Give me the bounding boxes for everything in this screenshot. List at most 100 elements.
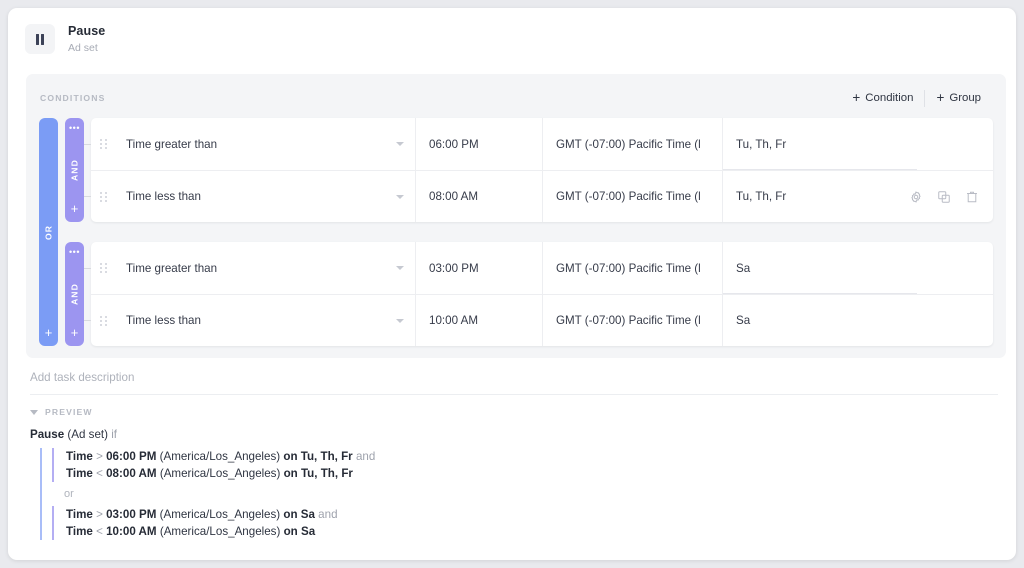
- preview-zone: (America/Los_Angeles): [160, 467, 281, 480]
- operator-select[interactable]: Time less than: [115, 295, 415, 346]
- settings-icon[interactable]: [909, 190, 923, 204]
- preview-days: on Sa: [284, 525, 316, 538]
- toolbar-divider: [924, 90, 925, 107]
- timezone-field[interactable]: GMT (-07:00) Pacific Time (l: [542, 242, 722, 294]
- preview-value: 10:00 AM: [106, 525, 156, 538]
- preview-value: 08:00 AM: [106, 467, 156, 480]
- and-rail[interactable]: ••• AND +: [65, 118, 84, 222]
- preview-operator: <: [96, 525, 103, 538]
- timezone-field[interactable]: GMT (-07:00) Pacific Time (l: [542, 171, 722, 222]
- preview-line: Time < 10:00 AM (America/Los_Angeles) on…: [66, 523, 1016, 540]
- preview-operator: >: [96, 508, 103, 521]
- operator-select[interactable]: Time greater than: [115, 118, 415, 170]
- days-value: Tu, Th, Fr: [736, 138, 786, 151]
- preview-subject: Time: [66, 450, 93, 463]
- days-field[interactable]: Sa: [722, 242, 993, 294]
- preview-value: 06:00 PM: [106, 450, 156, 463]
- preview-subject: Time: [66, 508, 93, 521]
- preview-and-group: Time > 06:00 PM (America/Los_Angeles) on…: [52, 448, 1016, 482]
- timezone-value: GMT (-07:00) Pacific Time (l: [556, 314, 701, 327]
- operator-select[interactable]: Time less than: [115, 171, 415, 222]
- condition-group: ••• AND +: [65, 242, 993, 346]
- preview-days: on Sa: [283, 508, 315, 521]
- preview-operator: >: [96, 450, 103, 463]
- add-group-label: Group: [949, 92, 981, 104]
- drag-handle-icon[interactable]: [91, 192, 115, 202]
- screen-root: Pause Ad set CONDITIONS + Condition + Gr…: [0, 0, 1024, 568]
- preview-subject: Time: [66, 525, 93, 538]
- preview-value: 03:00 PM: [106, 508, 156, 521]
- days-field[interactable]: Tu, Th, Fr: [722, 118, 993, 170]
- drag-handle-icon[interactable]: [91, 263, 115, 273]
- task-header: Pause Ad set: [8, 8, 1016, 70]
- operator-value: Time less than: [126, 314, 201, 327]
- preview-or-group: Time > 06:00 PM (America/Los_Angeles) on…: [40, 448, 1016, 540]
- days-value: Tu, Th, Fr: [736, 190, 786, 203]
- preview-line: Time < 08:00 AM (America/Los_Angeles) on…: [66, 465, 1016, 482]
- and-add-condition-button[interactable]: +: [71, 326, 79, 339]
- row-tools: [909, 190, 981, 204]
- timezone-field[interactable]: GMT (-07:00) Pacific Time (l: [542, 118, 722, 170]
- preview-toggle[interactable]: PREVIEW: [30, 407, 1016, 417]
- duplicate-icon[interactable]: [937, 190, 951, 204]
- drag-handle-icon[interactable]: [91, 316, 115, 326]
- time-field[interactable]: 08:00 AM: [415, 171, 542, 222]
- conditions-toolbar: CONDITIONS + Condition + Group: [26, 74, 1006, 118]
- operator-value: Time less than: [126, 190, 201, 203]
- time-field[interactable]: 03:00 PM: [415, 242, 542, 294]
- or-add-group-button[interactable]: +: [45, 326, 53, 339]
- task-description-input[interactable]: Add task description: [30, 371, 998, 395]
- row-connector: [84, 144, 91, 145]
- days-field[interactable]: Sa: [722, 295, 993, 346]
- days-field[interactable]: Tu, Th, Fr: [722, 171, 993, 222]
- condition-rows-wrap: Time greater than 03:00 PM GMT (-07:00) …: [91, 242, 993, 346]
- preview-line: Time > 03:00 PM (America/Los_Angeles) on…: [66, 506, 1016, 523]
- preview-days: on Tu, Th, Fr: [283, 450, 352, 463]
- time-value: 10:00 AM: [429, 314, 478, 327]
- preview-target: (Ad set): [67, 428, 108, 441]
- row-connector: [84, 320, 91, 321]
- add-group-button[interactable]: + Group: [927, 91, 990, 105]
- preview-zone: (America/Los_Angeles): [160, 450, 281, 463]
- time-value: 06:00 PM: [429, 138, 479, 151]
- group-menu-icon[interactable]: •••: [69, 248, 80, 257]
- preview-zone: (America/Los_Angeles): [160, 525, 281, 538]
- timezone-value: GMT (-07:00) Pacific Time (l: [556, 262, 701, 275]
- task-subtitle: Ad set: [68, 42, 105, 54]
- operator-select[interactable]: Time greater than: [115, 242, 415, 294]
- group-menu-icon[interactable]: •••: [69, 124, 80, 133]
- and-add-condition-button[interactable]: +: [71, 202, 79, 215]
- preview-conjunction: and: [318, 508, 337, 521]
- days-value: Sa: [736, 314, 750, 327]
- preview-if: if: [111, 428, 117, 441]
- pause-glyph: [36, 34, 45, 45]
- preview-operator: <: [96, 467, 103, 480]
- condition-row: Time greater than 03:00 PM GMT (-07:00) …: [91, 242, 993, 294]
- and-rail-label: AND: [65, 283, 84, 305]
- preview-line: Time > 06:00 PM (America/Los_Angeles) on…: [66, 448, 1016, 465]
- chevron-down-icon: [396, 319, 404, 323]
- condition-row: Time less than 10:00 AM GMT (-07:00) Pac…: [91, 294, 993, 346]
- trash-icon[interactable]: [965, 190, 979, 204]
- time-field[interactable]: 10:00 AM: [415, 295, 542, 346]
- preview-days: on Tu, Th, Fr: [284, 467, 353, 480]
- chevron-down-icon: [396, 266, 404, 270]
- task-card: Pause Ad set CONDITIONS + Condition + Gr…: [8, 8, 1016, 560]
- days-value: Sa: [736, 262, 750, 275]
- preview-subject: Time: [66, 467, 93, 480]
- condition-rows: Time greater than 03:00 PM GMT (-07:00) …: [91, 242, 993, 346]
- chevron-down-icon: [396, 142, 404, 146]
- condition-row: Time less than 08:00 AM GMT (-07:00) Pac…: [91, 170, 993, 222]
- drag-handle-icon[interactable]: [91, 139, 115, 149]
- and-rail[interactable]: ••• AND +: [65, 242, 84, 346]
- timezone-value: GMT (-07:00) Pacific Time (l: [556, 190, 701, 203]
- or-rail[interactable]: OR +: [39, 118, 58, 346]
- timezone-field[interactable]: GMT (-07:00) Pacific Time (l: [542, 295, 722, 346]
- add-condition-label: Condition: [865, 92, 913, 104]
- condition-rows: Time greater than 06:00 PM GMT (-07:00) …: [91, 118, 993, 222]
- condition-group: ••• AND +: [65, 118, 993, 222]
- time-value: 03:00 PM: [429, 262, 479, 275]
- add-condition-button[interactable]: + Condition: [843, 91, 922, 105]
- time-field[interactable]: 06:00 PM: [415, 118, 542, 170]
- conditions-label: CONDITIONS: [40, 93, 105, 103]
